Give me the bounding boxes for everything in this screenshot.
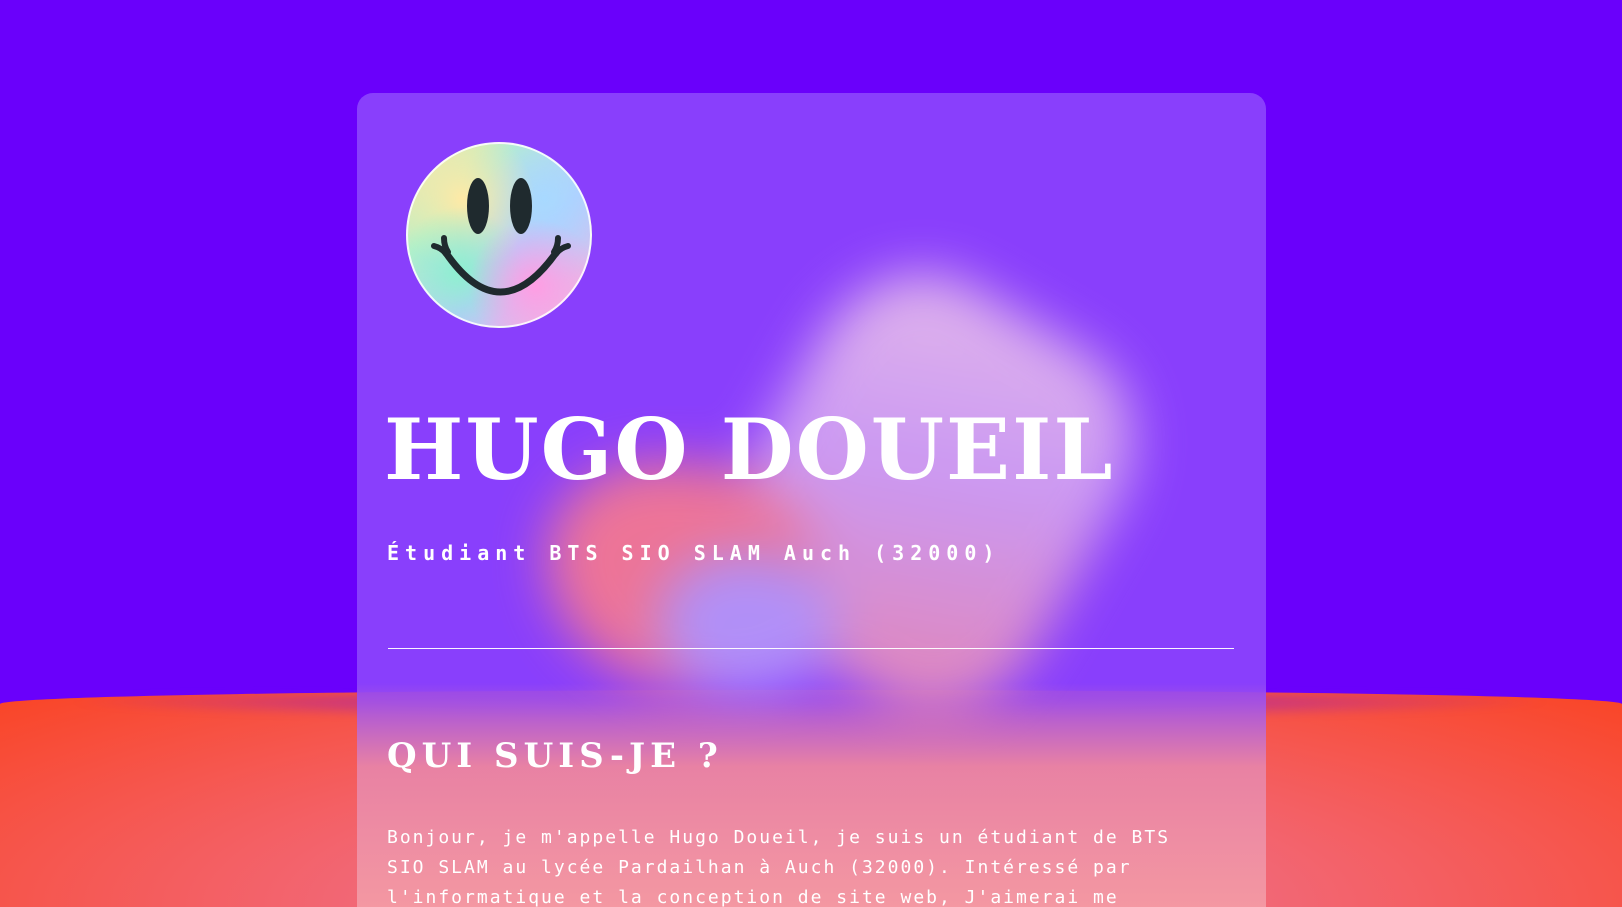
profile-subtitle: Étudiant BTS SIO SLAM Auch (32000): [387, 541, 1001, 565]
about-section-title: QUI SUIS-JE ?: [387, 736, 723, 776]
smiley-face-icon: [431, 178, 571, 296]
profile-card: HUGO DOUEIL Étudiant BTS SIO SLAM Auch (…: [357, 93, 1266, 907]
about-text: Bonjour, je m'appelle Hugo Doueil, je su…: [387, 827, 1171, 907]
profile-name: HUGO DOUEIL: [384, 400, 1115, 499]
avatar: [406, 142, 592, 328]
decorative-blurred-shape: [507, 234, 1175, 752]
divider: [388, 648, 1234, 649]
